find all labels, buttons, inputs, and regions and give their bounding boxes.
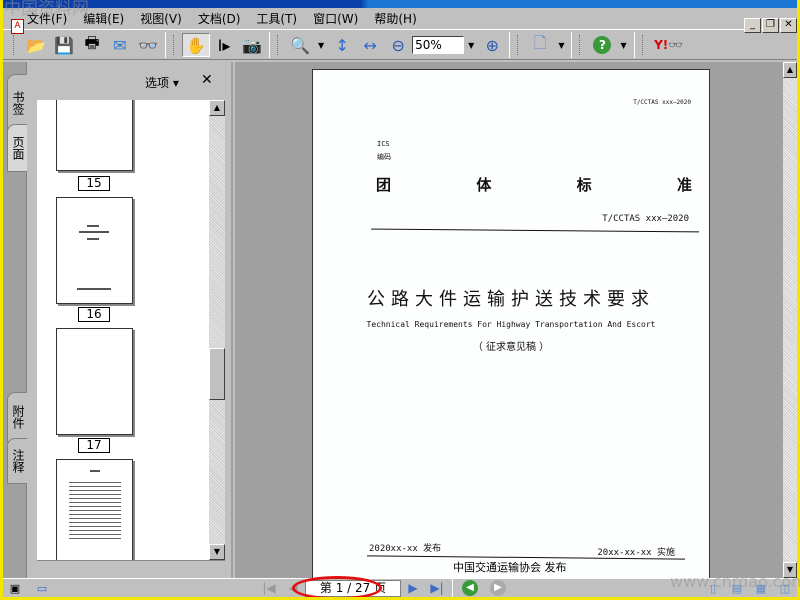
fit-width-icon[interactable]: ↔ (356, 33, 384, 57)
zoom-in-icon[interactable]: ⊕ (478, 33, 506, 57)
toolbar-grip (13, 35, 16, 55)
panel-close-icon[interactable]: ✕ (201, 72, 213, 88)
toolbar-grip (579, 35, 582, 55)
pages-panel: 选项 ▾ ✕ 15 16 17 ▲ ▼ (27, 62, 233, 578)
title-bar (3, 0, 797, 8)
rotate-page-icon[interactable]: 🗋 (526, 33, 554, 57)
chevron-down-icon[interactable]: ▼ (318, 41, 324, 50)
toolbar-separator (165, 32, 166, 58)
minimize-panel-icon[interactable]: ▭ (27, 576, 57, 597)
heading-char: 团 (376, 176, 392, 194)
watermark-logo: 中国资料网 (4, 0, 89, 19)
heading-char: 准 (676, 176, 692, 194)
navigation-tabs: 书签 页面 附件 注释 (3, 62, 27, 578)
status-separator (452, 575, 453, 597)
menu-help[interactable]: 帮助(H) (366, 10, 424, 27)
zoom-in-tool-icon[interactable]: 🔍 (286, 33, 314, 57)
standard-number: T/CCTAS xxx—2020 (602, 214, 689, 224)
thumbnails-scrollbar[interactable]: ▲ ▼ (209, 100, 225, 560)
code-label: 编码 (377, 153, 391, 161)
thumbnail-page-number: 16 (78, 307, 110, 322)
panel-header: 选项 ▾ ✕ (27, 62, 231, 98)
scroll-up-icon[interactable]: ▲ (209, 100, 225, 116)
page-thumbnail[interactable] (56, 100, 133, 171)
highlight-oval (292, 575, 382, 597)
toolbar-grip (517, 35, 520, 55)
toolbar: 📂 💾 🖶 ✉ 👓 ✋ I▸ 📷 🔍 ▼ ↕ ↔ ⊖ 50% ▼ ⊕ 🗋 ▼ ? ▼ Y… (3, 31, 797, 60)
screen-icon[interactable]: ▣ (3, 576, 27, 597)
document-title: 公路大件运输护送技术要求 (367, 289, 655, 310)
menu-tools[interactable]: 工具(T) (248, 10, 305, 27)
document-scrollbar[interactable]: ▲ ▼ (783, 62, 797, 578)
toolbar-grip (277, 35, 280, 55)
page-thumbnails[interactable]: 15 16 17 (37, 100, 209, 560)
go-back-icon[interactable]: ◀ (462, 580, 478, 596)
tab-attachments[interactable]: 附件 (7, 392, 27, 442)
last-page-icon[interactable]: ▶| (425, 581, 449, 595)
options-label: 选项 (145, 76, 170, 90)
effective-date: 20xx-xx-xx 实施 (597, 548, 675, 558)
menu-bar: A 文件(F) 编辑(E) 视图(V) 文档(D) 工具(T) 窗口(W) 帮助… (3, 8, 797, 34)
page-thumbnail[interactable] (56, 197, 133, 304)
zoom-level-input[interactable]: 50% (412, 36, 465, 54)
yahoo-search-icon[interactable]: Y! 👓 (651, 33, 687, 57)
ics-label: ICS (377, 140, 390, 148)
draft-note: （ 征求意见稿 ） (472, 342, 550, 353)
standard-type-heading: 团 体 标 准 (376, 174, 692, 195)
scroll-up-icon[interactable]: ▲ (783, 62, 797, 78)
next-page-icon[interactable]: ▶ (401, 581, 425, 595)
chevron-down-icon[interactable]: ▼ (468, 41, 474, 50)
snapshot-camera-icon[interactable]: 📷 (238, 33, 266, 57)
divider (371, 228, 699, 233)
toolbar-separator (571, 32, 573, 58)
select-text-icon[interactable]: I▸ (210, 33, 238, 57)
save-icon[interactable]: 💾 (50, 33, 78, 57)
print-icon[interactable]: 🖶 (78, 33, 106, 57)
toolbar-separator (269, 32, 270, 58)
document-view[interactable]: T/CCTAS xxx—2020 ICS 编码 团 体 标 准 T/CCTAS … (235, 62, 783, 578)
first-page-icon[interactable]: |◀ (257, 581, 281, 595)
publisher: 中国交通运输协会 发布 (453, 561, 567, 574)
hand-tool-icon[interactable]: ✋ (182, 33, 210, 57)
heading-char: 体 (476, 176, 492, 194)
toolbar-grip (173, 35, 176, 55)
document-title-english: Technical Requirements For Highway Trans… (366, 320, 656, 329)
chevron-down-icon[interactable]: ▼ (620, 41, 626, 50)
page-thumbnail[interactable] (56, 459, 133, 560)
thumbnail-page-number: 15 (78, 176, 110, 191)
chevron-down-icon[interactable]: ▼ (558, 41, 564, 50)
toolbar-grip (641, 35, 645, 55)
toolbar-separator (633, 32, 635, 58)
email-icon[interactable]: ✉ (106, 33, 134, 57)
scroll-down-icon[interactable]: ▼ (209, 544, 225, 560)
tab-comments[interactable]: 注释 (7, 438, 27, 484)
zoom-out-icon[interactable]: ⊖ (384, 33, 412, 57)
toolbar-separator (509, 32, 511, 58)
horizontal-scrollbar[interactable] (37, 560, 225, 574)
menu-document[interactable]: 文档(D) (190, 10, 249, 27)
search-binoculars-icon[interactable]: 👓 (134, 33, 162, 57)
thumbnail-page-number: 17 (78, 438, 110, 453)
fit-page-icon[interactable]: ↕ (328, 33, 356, 57)
header-code: T/CCTAS xxx—2020 (633, 99, 691, 106)
page-thumbnail[interactable] (56, 328, 133, 435)
menu-window[interactable]: 窗口(W) (305, 10, 366, 27)
tab-pages[interactable]: 页面 (7, 124, 27, 172)
help-icon[interactable]: ? (588, 33, 616, 57)
scroll-thumb[interactable] (209, 348, 225, 400)
heading-char: 标 (576, 176, 592, 194)
open-folder-icon[interactable]: 📂 (22, 33, 50, 57)
menu-view[interactable]: 视图(V) (132, 10, 190, 27)
go-forward-icon[interactable]: ▶ (490, 580, 506, 596)
publish-date: 2020xx-xx 发布 (369, 544, 442, 554)
acrobat-window: A 文件(F) 编辑(E) 视图(V) 文档(D) 工具(T) 窗口(W) 帮助… (3, 0, 797, 597)
options-menu-button[interactable]: 选项 ▾ (145, 74, 179, 91)
watermark-url: www.cnrdao.com (670, 572, 800, 591)
pdf-page: T/CCTAS xxx—2020 ICS 编码 团 体 标 准 T/CCTAS … (312, 69, 710, 578)
page-number-field[interactable]: 第 1 / 27 页 (292, 575, 401, 597)
